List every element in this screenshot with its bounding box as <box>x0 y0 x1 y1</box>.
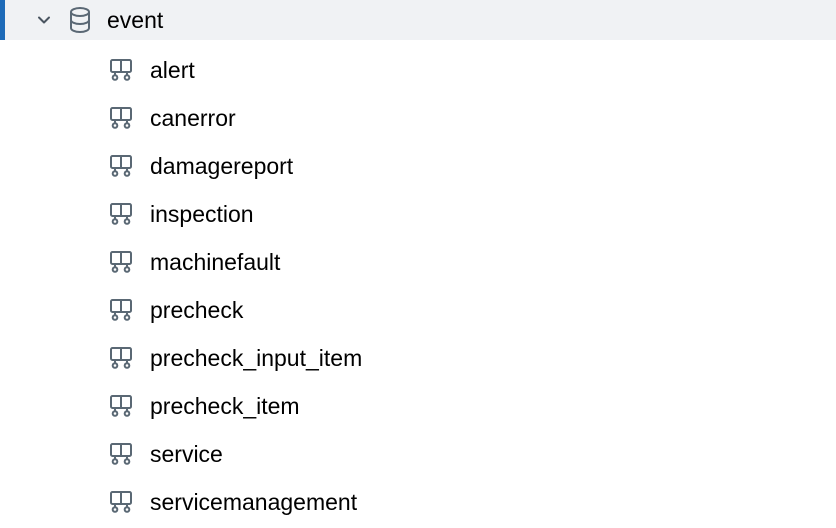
table-label: canerror <box>150 105 236 132</box>
table-label: precheck_item <box>150 393 300 420</box>
table-label: alert <box>150 57 195 84</box>
schema-children: alert canerror <box>0 40 836 526</box>
table-icon <box>108 201 134 227</box>
table-label: servicemanagement <box>150 489 357 516</box>
chevron-down-icon <box>35 11 53 29</box>
table-row-damagereport[interactable]: damagereport <box>0 142 836 190</box>
database-tree: event alert <box>0 0 836 526</box>
table-icon <box>108 345 134 371</box>
table-label: precheck_input_item <box>150 345 362 372</box>
table-row-machinefault[interactable]: machinefault <box>0 238 836 286</box>
table-label: service <box>150 441 223 468</box>
table-icon <box>108 297 134 323</box>
table-label: machinefault <box>150 249 280 276</box>
table-icon <box>108 105 134 131</box>
schema-label: event <box>107 7 163 34</box>
table-row-precheck-input-item[interactable]: precheck_input_item <box>0 334 836 382</box>
table-row-precheck[interactable]: precheck <box>0 286 836 334</box>
table-icon <box>108 393 134 419</box>
table-row-service[interactable]: service <box>0 430 836 478</box>
database-icon <box>67 7 93 33</box>
table-icon <box>108 249 134 275</box>
table-icon <box>108 489 134 515</box>
table-row-alert[interactable]: alert <box>0 46 836 94</box>
table-row-servicemanagement[interactable]: servicemanagement <box>0 478 836 526</box>
table-label: damagereport <box>150 153 293 180</box>
schema-row-event[interactable]: event <box>0 0 836 40</box>
table-row-inspection[interactable]: inspection <box>0 190 836 238</box>
table-label: precheck <box>150 297 243 324</box>
table-icon <box>108 153 134 179</box>
table-row-precheck-item[interactable]: precheck_item <box>0 382 836 430</box>
table-label: inspection <box>150 201 254 228</box>
table-row-canerror[interactable]: canerror <box>0 94 836 142</box>
table-icon <box>108 441 134 467</box>
table-icon <box>108 57 134 83</box>
